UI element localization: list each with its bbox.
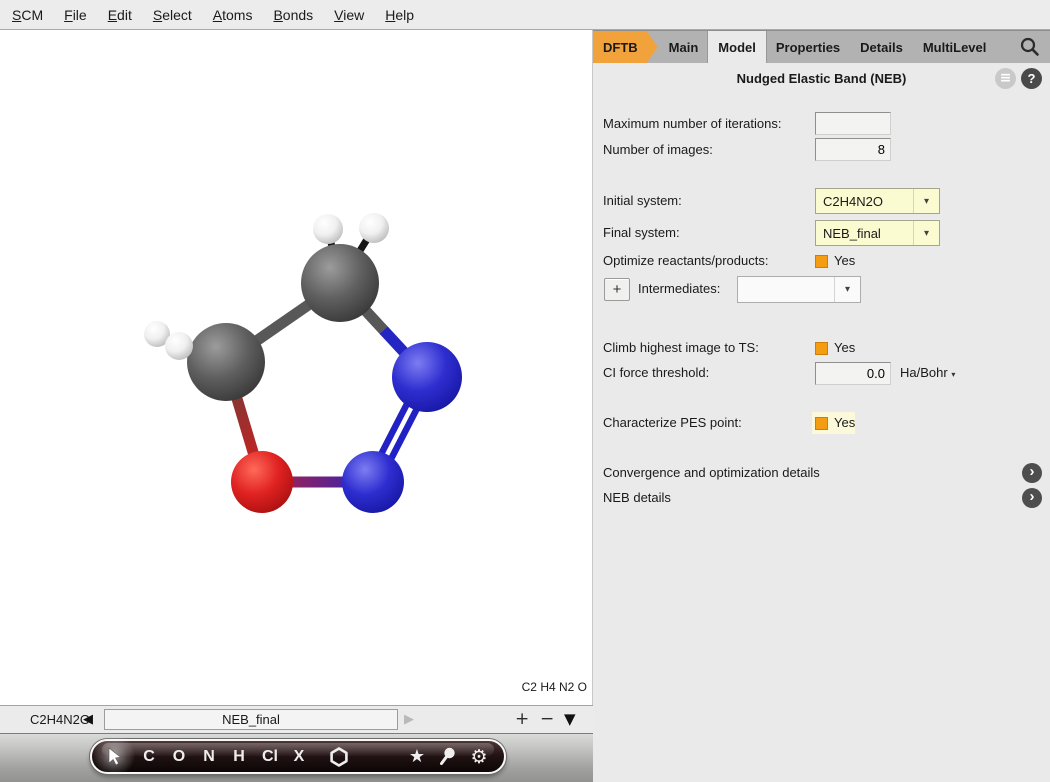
- frame-bar: C2H4N2O ◀ NEB_final ▶ + − ▼: [0, 705, 593, 733]
- dropdown-arrow-icon[interactable]: ▾: [913, 221, 939, 245]
- atom-N[interactable]: [392, 342, 462, 412]
- element-cl-button[interactable]: Cl: [262, 741, 278, 772]
- tab-properties[interactable]: Properties: [766, 31, 850, 63]
- max-iterations-input[interactable]: [815, 112, 891, 135]
- atom-H[interactable]: [165, 332, 193, 360]
- unit-label: Ha/Bohr: [900, 365, 948, 380]
- previous-frame-icon[interactable]: ◀: [83, 706, 93, 733]
- tab-dftb[interactable]: DFTB: [593, 31, 658, 63]
- initial-system-select[interactable]: C2H4N2O ▾: [815, 188, 940, 214]
- settings-panel: DFTBMainModelPropertiesDetailsMultiLevel…: [593, 30, 1050, 782]
- climb-highest-label: Climb highest image to TS:: [603, 340, 759, 356]
- atom-C[interactable]: [301, 244, 379, 322]
- menu-edit[interactable]: Edit: [105, 5, 135, 25]
- tab-main[interactable]: Main: [659, 31, 709, 63]
- add-frame-icon[interactable]: +: [515, 706, 529, 733]
- tool-strip: CONH Cl X ★ ⚙: [0, 733, 593, 782]
- panel-title: Nudged Elastic Band (NEB): [593, 71, 1050, 86]
- characterize-pes-value: Yes: [834, 415, 855, 431]
- settings-tool-icon[interactable]: ⚙: [470, 741, 487, 772]
- element-o-button[interactable]: O: [173, 741, 185, 772]
- menu-select[interactable]: Select: [150, 5, 195, 25]
- atom-O[interactable]: [231, 451, 293, 513]
- menu-file[interactable]: File: [61, 5, 90, 25]
- dropdown-arrow-icon[interactable]: ▾: [834, 277, 860, 302]
- collapse-panel-icon[interactable]: ▼: [564, 706, 576, 733]
- menu-bonds[interactable]: Bonds: [270, 5, 316, 25]
- tab-multilevel[interactable]: MultiLevel: [913, 31, 997, 63]
- initial-system-label: Initial system:: [603, 188, 682, 214]
- select-cursor-icon[interactable]: [103, 741, 125, 772]
- ci-force-unit[interactable]: Ha/Bohr ▾: [900, 365, 955, 383]
- optimize-reactants-checkbox[interactable]: [815, 255, 828, 268]
- menu-bar: SCM File Edit Select Atoms Bonds View Help: [0, 0, 1050, 30]
- num-images-label: Number of images:: [603, 138, 713, 161]
- element-c-button[interactable]: C: [143, 741, 155, 772]
- element-x-button[interactable]: X: [294, 741, 305, 772]
- amsinput-window: SCM File Edit Select Atoms Bonds View Help C2 H…: [0, 0, 1050, 782]
- tab-details[interactable]: Details: [850, 31, 913, 63]
- unit-dropdown-icon[interactable]: ▾: [951, 370, 955, 379]
- menu-atoms[interactable]: Atoms: [210, 5, 256, 25]
- tab-bar: DFTBMainModelPropertiesDetailsMultiLevel: [593, 30, 1050, 63]
- climb-highest-checkbox[interactable]: [815, 342, 828, 355]
- element-n-button[interactable]: N: [203, 741, 215, 772]
- final-system-value: NEB_final: [816, 221, 913, 245]
- final-system-select[interactable]: NEB_final ▾: [815, 220, 940, 246]
- characterize-pes-label: Characterize PES point:: [603, 415, 742, 431]
- num-images-input[interactable]: [815, 138, 891, 161]
- system-name-label: C2H4N2O: [30, 706, 90, 733]
- dropdown-arrow-icon[interactable]: ▾: [913, 189, 939, 213]
- molecular-formula: C2 H4 N2 O: [522, 680, 587, 694]
- optimize-reactants-label: Optimize reactants/products:: [603, 253, 768, 269]
- help-icon[interactable]: ?: [1021, 68, 1042, 89]
- climb-highest-value: Yes: [834, 340, 855, 356]
- intermediates-value: [738, 277, 834, 302]
- remove-frame-icon[interactable]: −: [540, 706, 554, 733]
- optimize-reactants-value: Yes: [834, 253, 855, 269]
- intermediates-select[interactable]: ▾: [737, 276, 861, 303]
- ci-force-threshold-label: CI force threshold:: [603, 365, 709, 381]
- frame-name-label: NEB_final: [222, 712, 280, 727]
- panel-menu-icon[interactable]: ≡: [995, 68, 1016, 89]
- convergence-details-link[interactable]: Convergence and optimization details: [603, 465, 820, 481]
- neb-details-chevron-icon[interactable]: ›: [1022, 488, 1042, 508]
- initial-system-value: C2H4N2O: [816, 189, 913, 213]
- molecule-canvas[interactable]: [0, 30, 593, 705]
- probe-tool-icon[interactable]: [437, 741, 459, 772]
- characterize-pes-checkbox[interactable]: [815, 417, 828, 430]
- structures-tool-icon[interactable]: ★: [409, 741, 425, 772]
- neb-details-link[interactable]: NEB details: [603, 490, 671, 506]
- convergence-details-chevron-icon[interactable]: ›: [1022, 463, 1042, 483]
- menu-view[interactable]: View: [331, 5, 367, 25]
- tab-model[interactable]: Model: [708, 31, 766, 63]
- next-frame-icon[interactable]: ▶: [404, 706, 414, 733]
- max-iterations-label: Maximum number of iterations:: [603, 112, 781, 135]
- menu-scm[interactable]: SCM: [9, 5, 46, 25]
- frame-name-box[interactable]: NEB_final: [104, 709, 398, 730]
- ci-force-threshold-input[interactable]: [815, 362, 891, 385]
- atom-H[interactable]: [359, 213, 389, 243]
- intermediates-label: Intermediates:: [638, 281, 720, 297]
- menu-help[interactable]: Help: [382, 5, 417, 25]
- search-icon[interactable]: [1019, 36, 1041, 58]
- atom-H[interactable]: [313, 214, 343, 244]
- add-intermediate-button[interactable]: +: [604, 278, 630, 301]
- ring-tool-icon[interactable]: [328, 741, 350, 772]
- atom-N[interactable]: [342, 451, 404, 513]
- atom-C[interactable]: [187, 323, 265, 401]
- element-h-button[interactable]: H: [233, 741, 245, 772]
- draw-toolbar: CONH Cl X ★ ⚙: [90, 739, 506, 774]
- final-system-label: Final system:: [603, 220, 680, 246]
- molecule-viewport[interactable]: C2 H4 N2 O: [0, 30, 593, 705]
